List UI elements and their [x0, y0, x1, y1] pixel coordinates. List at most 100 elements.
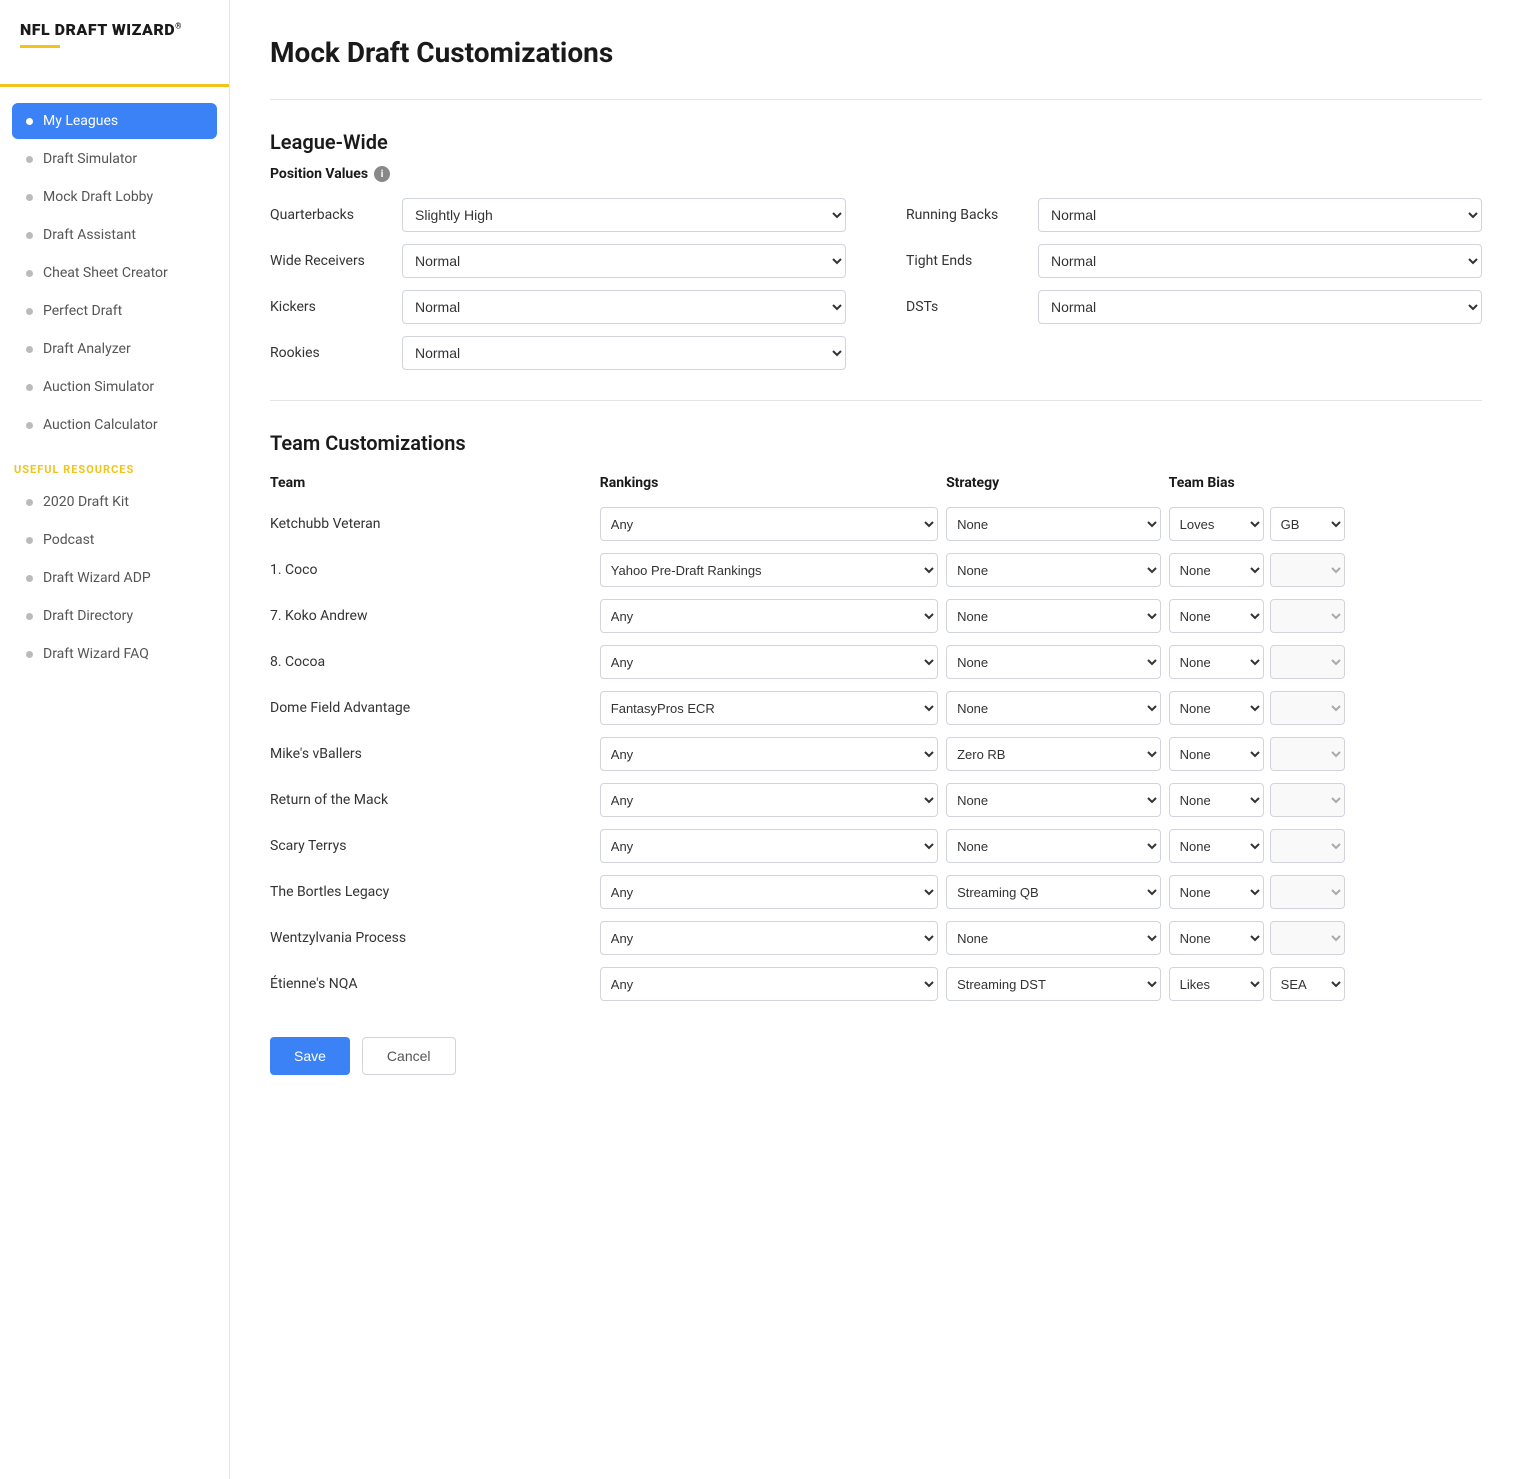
strategy-select-6[interactable]: NoneZero RBHero RBRobust RBStreaming QBS…: [946, 783, 1161, 817]
bias-select-7[interactable]: NoneLovesLikesDislikesAvoids: [1169, 829, 1264, 863]
bias-select-3[interactable]: NoneLovesLikesDislikesAvoids: [1169, 645, 1264, 679]
team-strategy-cell-1: NoneZero RBHero RBRobust RBStreaming QBS…: [946, 547, 1169, 593]
position-label-rookies: Rookies: [270, 345, 390, 361]
col-header-team: Team: [270, 467, 600, 501]
bias-select-2[interactable]: NoneLovesLikesDislikesAvoids: [1169, 599, 1264, 633]
player-select-0[interactable]: QBRBWRTEGBSEANEDALKC: [1270, 507, 1345, 541]
strategy-select-2[interactable]: NoneZero RBHero RBRobust RBStreaming QBS…: [946, 599, 1161, 633]
position-select-kickers[interactable]: Very LowLowSlightly LowNormalSlightly Hi…: [402, 290, 846, 324]
bias-select-10[interactable]: NoneLovesLikesDislikesAvoids: [1169, 967, 1264, 1001]
info-icon[interactable]: i: [374, 166, 390, 182]
dot-draft-wizard-adp: [26, 575, 33, 582]
table-row: Ketchubb VeteranAnyYahoo Pre-Draft Ranki…: [270, 501, 1482, 547]
rankings-select-8[interactable]: AnyYahoo Pre-Draft RankingsFantasyPros E…: [600, 875, 938, 909]
position-left-col: QuarterbacksVery LowLowSlightly LowNorma…: [270, 198, 846, 370]
player-select-1[interactable]: QBRBWRTEGBSEANEDALKC: [1270, 553, 1345, 587]
rankings-select-5[interactable]: AnyYahoo Pre-Draft RankingsFantasyPros E…: [600, 737, 938, 771]
player-select-3[interactable]: QBRBWRTEGBSEANEDALKC: [1270, 645, 1345, 679]
bias-select-1[interactable]: NoneLovesLikesDislikesAvoids: [1169, 553, 1264, 587]
team-strategy-cell-7: NoneZero RBHero RBRobust RBStreaming QBS…: [946, 823, 1169, 869]
team-name-6: Return of the Mack: [270, 777, 600, 823]
position-row-rookies: Rookies Very LowLowSlightly LowNormalSlig…: [270, 336, 846, 370]
sidebar-item-2020-draft-kit[interactable]: 2020 Draft Kit: [12, 484, 217, 520]
sidebar-item-draft-analyzer[interactable]: Draft Analyzer: [12, 331, 217, 367]
sidebar-label-draft-directory: Draft Directory: [43, 608, 133, 624]
team-bias-cell-4: NoneLovesLikesDislikesAvoidsQBRBWRTEGBSE…: [1169, 685, 1482, 731]
strategy-select-8[interactable]: NoneZero RBHero RBRobust RBStreaming QBS…: [946, 875, 1161, 909]
bias-select-4[interactable]: NoneLovesLikesDislikesAvoids: [1169, 691, 1264, 725]
rankings-select-3[interactable]: AnyYahoo Pre-Draft RankingsFantasyPros E…: [600, 645, 938, 679]
bias-select-8[interactable]: NoneLovesLikesDislikesAvoids: [1169, 875, 1264, 909]
strategy-select-0[interactable]: NoneZero RBHero RBRobust RBStreaming QBS…: [946, 507, 1161, 541]
team-name-8: The Bortles Legacy: [270, 869, 600, 915]
bias-select-5[interactable]: NoneLovesLikesDislikesAvoids: [1169, 737, 1264, 771]
page-title: Mock Draft Customizations: [270, 36, 1482, 69]
player-select-5[interactable]: QBRBWRTEGBSEANEDALKC: [1270, 737, 1345, 771]
position-select-rookies[interactable]: Very LowLowSlightly LowNormalSlightly Hi…: [402, 336, 846, 370]
player-select-9[interactable]: QBRBWRTEGBSEANEDALKC: [1270, 921, 1345, 955]
sidebar-label-draft-wizard-adp: Draft Wizard ADP: [43, 570, 151, 586]
position-row-kickers: Kickers Very LowLowSlightly LowNormalSlig…: [270, 290, 846, 324]
player-select-6[interactable]: QBRBWRTEGBSEANEDALKC: [1270, 783, 1345, 817]
strategy-select-4[interactable]: NoneZero RBHero RBRobust RBStreaming QBS…: [946, 691, 1161, 725]
rankings-select-7[interactable]: AnyYahoo Pre-Draft RankingsFantasyPros E…: [600, 829, 938, 863]
sidebar-item-auction-calculator[interactable]: Auction Calculator: [12, 407, 217, 443]
position-label-kickers: Kickers: [270, 299, 390, 315]
team-rankings-cell-2: AnyYahoo Pre-Draft RankingsFantasyPros E…: [600, 593, 946, 639]
dot-draft-wizard-faq: [26, 651, 33, 658]
rankings-select-2[interactable]: AnyYahoo Pre-Draft RankingsFantasyPros E…: [600, 599, 938, 633]
dot-my-leagues: [26, 118, 33, 125]
sidebar-item-mock-draft-lobby[interactable]: Mock Draft Lobby: [12, 179, 217, 215]
position-select-quarterbacks[interactable]: Very LowLowSlightly LowNormalSlightly Hi…: [402, 198, 846, 232]
sidebar-item-perfect-draft[interactable]: Perfect Draft: [12, 293, 217, 329]
sidebar-item-draft-wizard-adp[interactable]: Draft Wizard ADP: [12, 560, 217, 596]
team-name-7: Scary Terrys: [270, 823, 600, 869]
sidebar-item-cheat-sheet-creator[interactable]: Cheat Sheet Creator: [12, 255, 217, 291]
strategy-select-1[interactable]: NoneZero RBHero RBRobust RBStreaming QBS…: [946, 553, 1161, 587]
team-rankings-cell-0: AnyYahoo Pre-Draft RankingsFantasyPros E…: [600, 501, 946, 547]
team-name-10: Étienne's NQA: [270, 961, 600, 1007]
save-button[interactable]: Save: [270, 1037, 350, 1075]
sidebar-item-draft-wizard-faq[interactable]: Draft Wizard FAQ: [12, 636, 217, 672]
bias-select-9[interactable]: NoneLovesLikesDislikesAvoids: [1169, 921, 1264, 955]
rankings-select-9[interactable]: AnyYahoo Pre-Draft RankingsFantasyPros E…: [600, 921, 938, 955]
position-select-running-backs[interactable]: Very LowLowSlightly LowNormalSlightly Hi…: [1038, 198, 1482, 232]
sidebar-label-draft-analyzer: Draft Analyzer: [43, 341, 131, 357]
player-select-4[interactable]: QBRBWRTEGBSEANEDALKC: [1270, 691, 1345, 725]
position-row-wide-receivers: Wide Receivers Very LowLowSlightly LowNor…: [270, 244, 846, 278]
sidebar-item-draft-simulator[interactable]: Draft Simulator: [12, 141, 217, 177]
sidebar: NFL DRAFT WIZARD® My LeaguesDraft Simula…: [0, 0, 230, 1479]
strategy-select-7[interactable]: NoneZero RBHero RBRobust RBStreaming QBS…: [946, 829, 1161, 863]
strategy-select-3[interactable]: NoneZero RBHero RBRobust RBStreaming QBS…: [946, 645, 1161, 679]
rankings-select-10[interactable]: AnyYahoo Pre-Draft RankingsFantasyPros E…: [600, 967, 938, 1001]
team-bias-cell-6: NoneLovesLikesDislikesAvoidsQBRBWRTEGBSE…: [1169, 777, 1482, 823]
sidebar-item-draft-assistant[interactable]: Draft Assistant: [12, 217, 217, 253]
sidebar-item-podcast[interactable]: Podcast: [12, 522, 217, 558]
player-select-10[interactable]: QBRBWRTEGBSEANEDALKC: [1270, 967, 1345, 1001]
position-select-wide-receivers[interactable]: Very LowLowSlightly LowNormalSlightly Hi…: [402, 244, 846, 278]
sidebar-item-auction-simulator[interactable]: Auction Simulator: [12, 369, 217, 405]
rankings-select-0[interactable]: AnyYahoo Pre-Draft RankingsFantasyPros E…: [600, 507, 938, 541]
team-bias-cell-10: NoneLovesLikesDislikesAvoidsQBRBWRTEGBSE…: [1169, 961, 1482, 1007]
rankings-select-1[interactable]: AnyYahoo Pre-Draft RankingsFantasyPros E…: [600, 553, 938, 587]
bias-select-6[interactable]: NoneLovesLikesDislikesAvoids: [1169, 783, 1264, 817]
position-select-tight-ends[interactable]: Very LowLowSlightly LowNormalSlightly Hi…: [1038, 244, 1482, 278]
dot-cheat-sheet-creator: [26, 270, 33, 277]
player-select-8[interactable]: QBRBWRTEGBSEANEDALKC: [1270, 875, 1345, 909]
rankings-select-4[interactable]: AnyYahoo Pre-Draft RankingsFantasyPros E…: [600, 691, 938, 725]
position-label-wide-receivers: Wide Receivers: [270, 253, 390, 269]
position-values-label: Position Values i: [270, 166, 1482, 182]
divider-top: [270, 99, 1482, 100]
team-rankings-cell-9: AnyYahoo Pre-Draft RankingsFantasyPros E…: [600, 915, 946, 961]
strategy-select-10[interactable]: NoneZero RBHero RBRobust RBStreaming QBS…: [946, 967, 1161, 1001]
player-select-7[interactable]: QBRBWRTEGBSEANEDALKC: [1270, 829, 1345, 863]
player-select-2[interactable]: QBRBWRTEGBSEANEDALKC: [1270, 599, 1345, 633]
sidebar-item-my-leagues[interactable]: My Leagues: [12, 103, 217, 139]
strategy-select-9[interactable]: NoneZero RBHero RBRobust RBStreaming QBS…: [946, 921, 1161, 955]
cancel-button[interactable]: Cancel: [362, 1037, 456, 1075]
strategy-select-5[interactable]: NoneZero RBHero RBRobust RBStreaming QBS…: [946, 737, 1161, 771]
sidebar-item-draft-directory[interactable]: Draft Directory: [12, 598, 217, 634]
position-select-dsts[interactable]: Very LowLowSlightly LowNormalSlightly Hi…: [1038, 290, 1482, 324]
rankings-select-6[interactable]: AnyYahoo Pre-Draft RankingsFantasyPros E…: [600, 783, 938, 817]
bias-select-0[interactable]: NoneLovesLikesDislikesAvoids: [1169, 507, 1264, 541]
